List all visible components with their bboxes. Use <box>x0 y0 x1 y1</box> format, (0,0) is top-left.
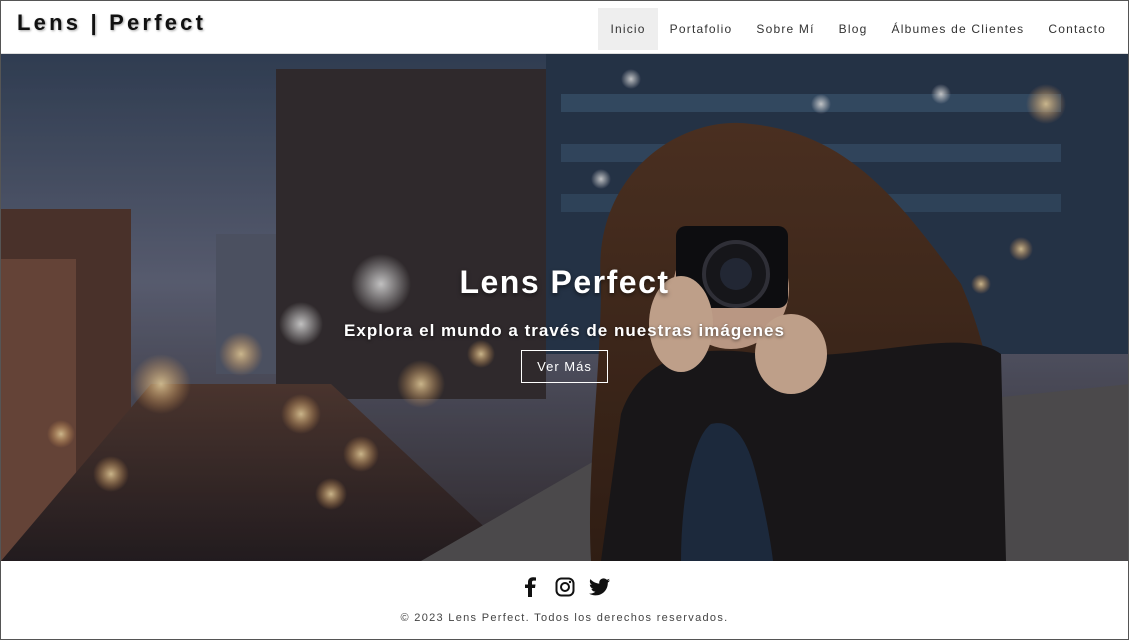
site-footer: © 2023 Lens Perfect. Todos los derechos … <box>1 561 1128 639</box>
site-logo[interactable]: Lens | Perfect <box>17 10 206 36</box>
instagram-icon[interactable] <box>553 575 576 598</box>
nav-item-contacto[interactable]: Contacto <box>1036 8 1118 50</box>
hero-content: Lens Perfect Explora el mundo a través d… <box>1 264 1128 383</box>
social-links <box>1 575 1128 598</box>
page: Lens | Perfect Inicio Portafolio Sobre M… <box>0 0 1129 640</box>
nav-item-inicio[interactable]: Inicio <box>598 8 658 50</box>
twitter-icon[interactable] <box>588 575 611 598</box>
nav-item-sobre-mi[interactable]: Sobre Mí <box>744 8 826 50</box>
copyright-text: © 2023 Lens Perfect. Todos los derechos … <box>400 612 729 624</box>
ver-mas-button[interactable]: Ver Más <box>521 350 608 383</box>
nav-item-portafolio[interactable]: Portafolio <box>658 8 745 50</box>
facebook-icon[interactable] <box>518 575 541 598</box>
main-nav: Inicio Portafolio Sobre Mí Blog Álbumes … <box>598 8 1118 50</box>
nav-item-albumes[interactable]: Álbumes de Clientes <box>880 8 1037 50</box>
hero-section: Lens Perfect Explora el mundo a través d… <box>1 54 1128 561</box>
site-header: Lens | Perfect Inicio Portafolio Sobre M… <box>1 1 1128 54</box>
hero-title: Lens Perfect <box>459 264 670 300</box>
nav-item-blog[interactable]: Blog <box>827 8 880 50</box>
hero-subtitle: Explora el mundo a través de nuestras im… <box>344 321 785 340</box>
